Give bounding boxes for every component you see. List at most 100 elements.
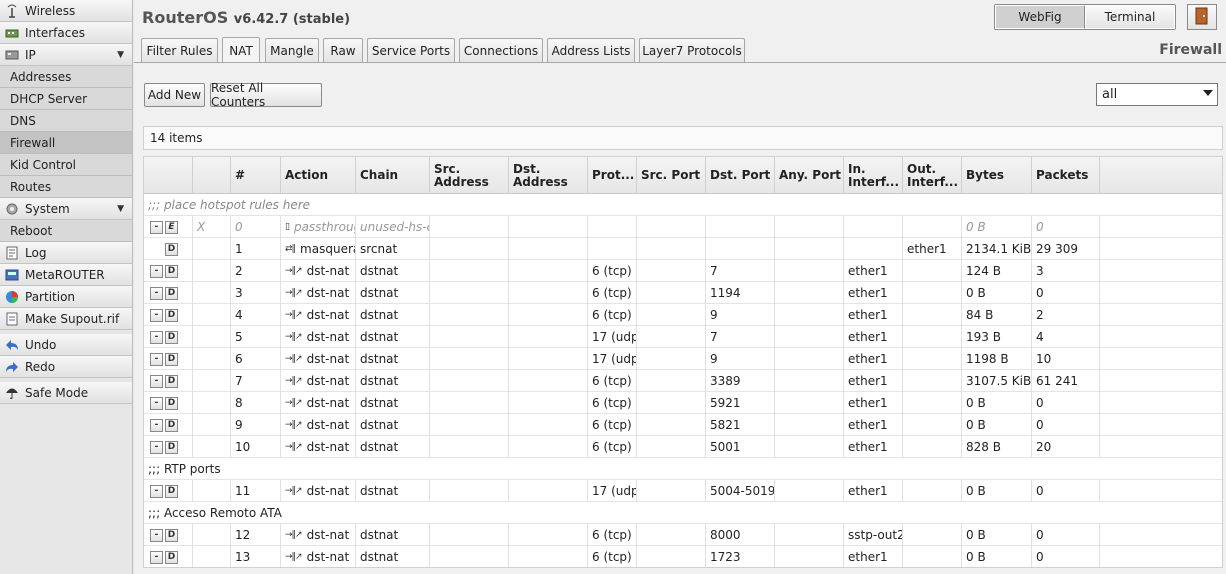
sidebar-item-metarouter[interactable]: MetaROUTER — [0, 264, 132, 286]
cell-chain[interactable]: dstnat — [356, 524, 430, 546]
cell-number[interactable]: 12 — [231, 524, 281, 546]
tab-filter-rules[interactable]: Filter Rules — [141, 38, 218, 62]
cell-chain[interactable]: dstnat — [356, 326, 430, 348]
cell-dst-port[interactable] — [706, 238, 775, 260]
remove-rule-button[interactable]: - — [150, 484, 163, 498]
cell-bytes[interactable]: 3107.5 KiB — [962, 370, 1032, 392]
cell-src-port[interactable] — [637, 414, 706, 436]
cell-packets[interactable]: 20 — [1032, 436, 1100, 458]
cell-dst-port[interactable]: 5821 — [706, 414, 775, 436]
table-row[interactable]: - D 3 →‖↗ dst-nat dstnat 6 (tcp) 1194 ether1 0 B 0 — [144, 282, 1222, 304]
table-row[interactable]: D 1 ⇄‖ masquerade srcnat ether1 2134.1 KiB 29 3… — [144, 238, 1222, 260]
cell-number[interactable]: 0 — [231, 216, 281, 238]
cell-dst-port[interactable] — [706, 216, 775, 238]
cell-chain[interactable]: dstnat — [356, 304, 430, 326]
cell-dst-address[interactable] — [509, 348, 588, 370]
cell-action[interactable]: →‖↗ dst-nat — [281, 546, 356, 567]
cell-src-address[interactable] — [430, 348, 509, 370]
cell-chain[interactable]: dstnat — [356, 282, 430, 304]
remove-rule-button[interactable]: - — [150, 396, 163, 410]
disable-rule-button[interactable]: D — [165, 352, 178, 366]
sidebar-item-system[interactable]: System ▼ — [0, 198, 132, 220]
cell-in-interface[interactable] — [844, 216, 903, 238]
column-header-protocol[interactable]: Prot... — [588, 157, 637, 194]
terminal-button[interactable]: Terminal — [1085, 5, 1175, 29]
cell-number[interactable]: 9 — [231, 414, 281, 436]
cell-src-address[interactable] — [430, 216, 509, 238]
cell-src-port[interactable] — [637, 326, 706, 348]
cell-in-interface[interactable]: ether1 — [844, 392, 903, 414]
cell-chain[interactable]: dstnat — [356, 546, 430, 567]
cell-src-port[interactable] — [637, 260, 706, 282]
cell-packets[interactable]: 61 241 — [1032, 370, 1100, 392]
cell-src-address[interactable] — [430, 546, 509, 567]
table-row[interactable]: - D 13 →‖↗ dst-nat dstnat 6 (tcp) 1723 ether1 0 B… — [144, 546, 1222, 567]
cell-src-port[interactable] — [637, 282, 706, 304]
cell-src-address[interactable] — [430, 480, 509, 502]
table-row[interactable]: - D 10 →‖↗ dst-nat dstnat 6 (tcp) 5001 ether1 828… — [144, 436, 1222, 458]
cell-src-address[interactable] — [430, 414, 509, 436]
sidebar-item-kid-control[interactable]: Kid Control — [0, 154, 132, 176]
cell-protocol[interactable]: 17 (udp) — [588, 480, 637, 502]
cell-action[interactable]: ▯passthrough — [281, 216, 356, 238]
cell-any-port[interactable] — [775, 238, 844, 260]
disable-rule-button[interactable]: D — [165, 550, 178, 564]
cell-src-port[interactable] — [637, 238, 706, 260]
add-new-button[interactable]: Add New — [144, 83, 205, 107]
column-header-src-address[interactable]: Src. Address — [430, 157, 509, 194]
cell-number[interactable]: 11 — [231, 480, 281, 502]
cell-src-address[interactable] — [430, 260, 509, 282]
column-header-number[interactable]: # — [231, 157, 281, 194]
disable-rule-button[interactable]: D — [165, 264, 178, 278]
cell-out-interface[interactable] — [903, 260, 962, 282]
remove-rule-button[interactable]: - — [150, 286, 163, 300]
remove-rule-button[interactable]: - — [150, 440, 163, 454]
cell-in-interface[interactable] — [844, 238, 903, 260]
cell-src-port[interactable] — [637, 348, 706, 370]
cell-out-interface[interactable] — [903, 546, 962, 567]
cell-src-port[interactable] — [637, 436, 706, 458]
sidebar-item-routes[interactable]: Routes — [0, 176, 132, 198]
disable-rule-button[interactable]: D — [165, 418, 178, 432]
cell-bytes[interactable]: 0 B — [962, 524, 1032, 546]
cell-action[interactable]: ⇄‖ masquerade — [281, 238, 356, 260]
cell-chain[interactable]: dstnat — [356, 436, 430, 458]
cell-packets[interactable]: 0 — [1032, 392, 1100, 414]
tab-nat[interactable]: NAT — [222, 37, 260, 63]
cell-packets[interactable]: 0 — [1032, 546, 1100, 567]
cell-number[interactable]: 7 — [231, 370, 281, 392]
cell-packets[interactable]: 2 — [1032, 304, 1100, 326]
cell-chain[interactable]: dstnat — [356, 414, 430, 436]
table-row[interactable]: - D 12 →‖↗ dst-nat dstnat 6 (tcp) 8000 sstp-out2… — [144, 524, 1222, 546]
table-row[interactable]: - D 4 →‖↗ dst-nat dstnat 6 (tcp) 9 ether1 84 B 2 — [144, 304, 1222, 326]
sidebar-item-partition[interactable]: Partition — [0, 286, 132, 308]
column-header-any-port[interactable]: Any. Port — [775, 157, 844, 194]
cell-out-interface[interactable] — [903, 348, 962, 370]
sidebar-item-dns[interactable]: DNS — [0, 110, 132, 132]
cell-flag[interactable] — [193, 392, 231, 414]
cell-flag[interactable] — [193, 282, 231, 304]
cell-out-interface[interactable] — [903, 326, 962, 348]
cell-packets[interactable]: 3 — [1032, 260, 1100, 282]
cell-packets[interactable]: 0 — [1032, 216, 1100, 238]
cell-bytes[interactable]: 0 B — [962, 216, 1032, 238]
cell-in-interface[interactable]: ether1 — [844, 436, 903, 458]
cell-in-interface[interactable]: ether1 — [844, 370, 903, 392]
cell-flag[interactable] — [193, 480, 231, 502]
cell-bytes[interactable]: 2134.1 KiB — [962, 238, 1032, 260]
column-header-out-interface[interactable]: Out. Interf... — [903, 157, 962, 194]
cell-protocol[interactable] — [588, 216, 637, 238]
cell-in-interface[interactable]: sstp-out2 — [844, 524, 903, 546]
cell-any-port[interactable] — [775, 546, 844, 567]
cell-action[interactable]: →‖↗ dst-nat — [281, 304, 356, 326]
sidebar-item-addresses[interactable]: Addresses — [0, 66, 132, 88]
cell-flag[interactable] — [193, 304, 231, 326]
cell-out-interface[interactable] — [903, 304, 962, 326]
table-row[interactable]: -D 6 →‖↗dst-nat dstnat 17 (udp) 9 ether1 1198 B… — [144, 348, 1222, 370]
cell-dst-address[interactable] — [509, 392, 588, 414]
cell-bytes[interactable]: 0 B — [962, 392, 1032, 414]
cell-number[interactable]: 3 — [231, 282, 281, 304]
disable-rule-button[interactable]: D — [165, 308, 178, 322]
cell-src-address[interactable] — [430, 304, 509, 326]
cell-any-port[interactable] — [775, 216, 844, 238]
